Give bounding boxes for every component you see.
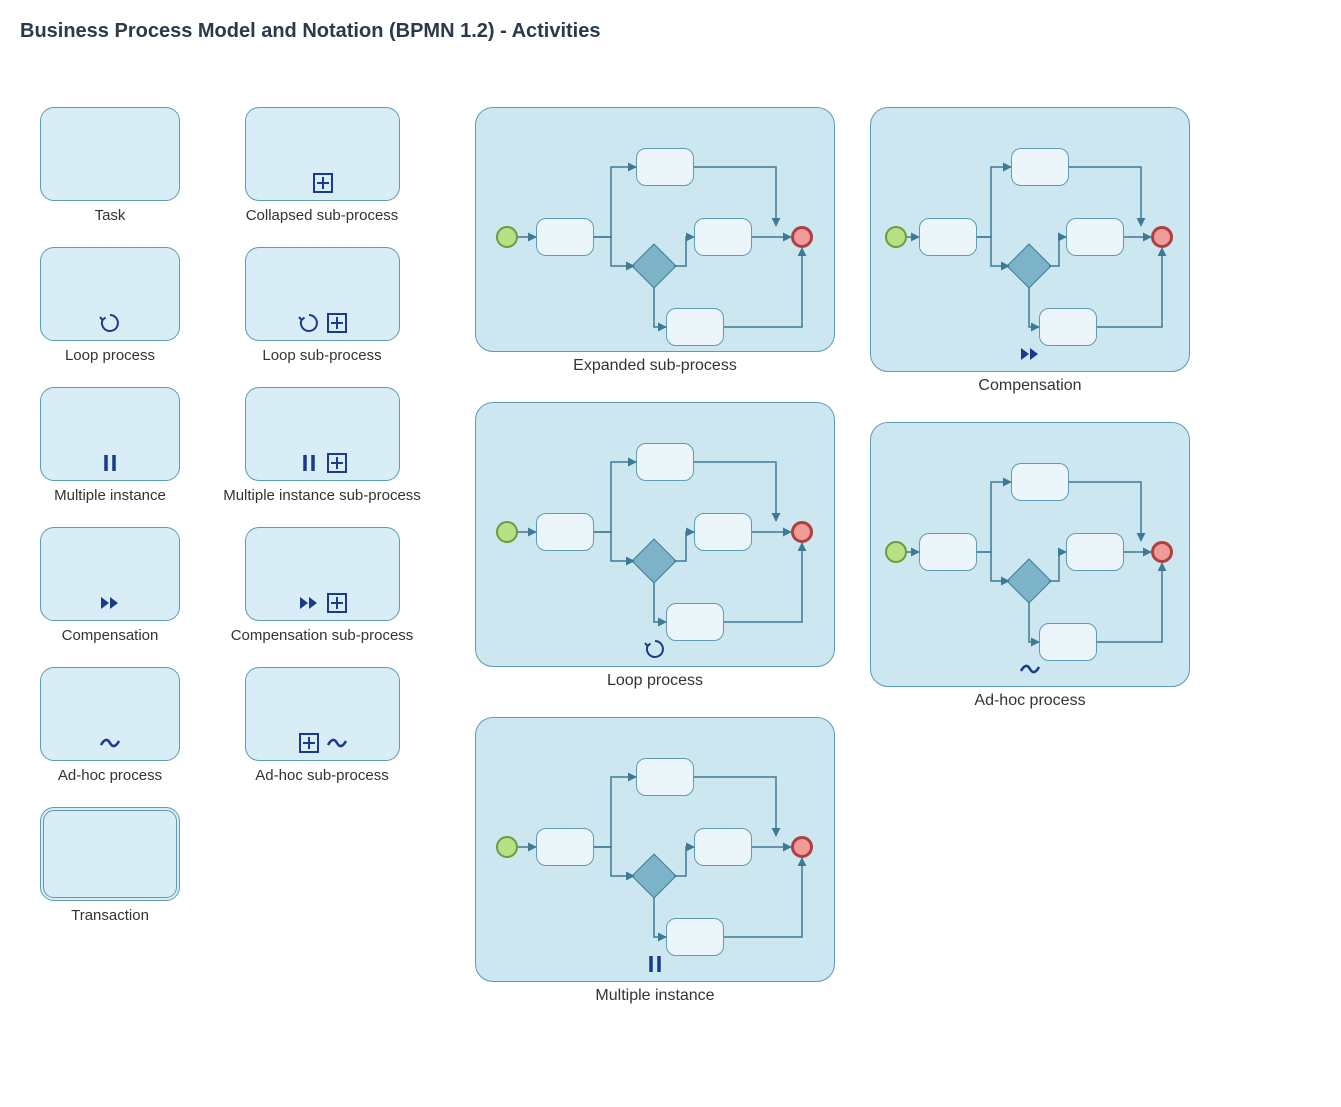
mini-task (1066, 533, 1124, 571)
mini-task (694, 828, 752, 866)
bpmn-task (40, 107, 180, 201)
bpmn-loop-process-expanded (475, 402, 835, 667)
mini-task (666, 603, 724, 641)
mini-task (536, 513, 594, 551)
label-adhoc-expanded: Ad-hoc process (840, 692, 1220, 710)
mini-task (1039, 623, 1097, 661)
mini-task (636, 443, 694, 481)
label-task: Task (10, 207, 210, 224)
bpmn-transaction (40, 807, 180, 901)
label-loop-subprocess: Loop sub-process (222, 347, 422, 364)
bpmn-compensation-subprocess (245, 527, 400, 621)
bpmn-multi-instance-expanded (475, 717, 835, 982)
bpmn-adhoc-subprocess (245, 667, 400, 761)
label-multi-subprocess: Multiple instance sub-process (222, 487, 422, 504)
plus-icon (298, 732, 320, 754)
mini-task (694, 513, 752, 551)
label-adhoc-process: Ad-hoc process (10, 767, 210, 784)
adhoc-icon (99, 732, 121, 754)
mini-task (1011, 148, 1069, 186)
plus-icon (326, 592, 348, 614)
end-event-icon (791, 836, 813, 858)
mini-task (1011, 463, 1069, 501)
loop-icon (298, 312, 320, 334)
label-compensation: Compensation (10, 627, 210, 644)
bpmn-collapsed-subprocess (245, 107, 400, 201)
mini-task (1039, 308, 1097, 346)
parallel-icon (644, 953, 666, 975)
bpmn-loop-process (40, 247, 180, 341)
loop-icon (99, 312, 121, 334)
gateway-icon (1006, 243, 1051, 288)
bpmn-adhoc-process (40, 667, 180, 761)
bpmn-expanded-subprocess (475, 107, 835, 352)
mini-task (919, 218, 977, 256)
mini-task (536, 218, 594, 256)
label-compensation-expanded: Compensation (840, 377, 1220, 395)
bpmn-adhoc-expanded (870, 422, 1190, 687)
plus-icon (326, 312, 348, 334)
mini-task (666, 918, 724, 956)
mini-task (636, 758, 694, 796)
plus-icon (326, 452, 348, 474)
gateway-icon (1006, 558, 1051, 603)
start-event-icon (885, 226, 907, 248)
start-event-icon (885, 541, 907, 563)
compensation-icon (1019, 343, 1041, 365)
label-adhoc-subprocess: Ad-hoc sub-process (222, 767, 422, 784)
bpmn-multi-subprocess (245, 387, 400, 481)
end-event-icon (791, 226, 813, 248)
start-event-icon (496, 521, 518, 543)
bpmn-compensation-expanded (870, 107, 1190, 372)
page-title: Business Process Model and Notation (BPM… (20, 20, 1321, 43)
adhoc-icon (1019, 658, 1041, 680)
label-transaction: Transaction (10, 907, 210, 924)
parallel-icon (99, 452, 121, 474)
end-event-icon (1151, 226, 1173, 248)
label-loop-process-expanded: Loop process (465, 672, 845, 690)
mini-task (636, 148, 694, 186)
loop-icon (644, 638, 666, 660)
bpmn-compensation (40, 527, 180, 621)
label-multi-instance-expanded: Multiple instance (465, 987, 845, 1005)
gateway-icon (631, 538, 676, 583)
diagram-canvas: Task Loop process Multiple instance Comp… (20, 67, 1320, 1087)
mini-task (666, 308, 724, 346)
mini-task (1066, 218, 1124, 256)
mini-task (536, 828, 594, 866)
start-event-icon (496, 836, 518, 858)
label-collapsed-subprocess: Collapsed sub-process (222, 207, 422, 224)
mini-task (919, 533, 977, 571)
compensation-icon (298, 592, 320, 614)
end-event-icon (791, 521, 813, 543)
adhoc-icon (326, 732, 348, 754)
mini-task (694, 218, 752, 256)
label-compensation-subprocess: Compensation sub-process (222, 627, 422, 644)
start-event-icon (496, 226, 518, 248)
compensation-icon (99, 592, 121, 614)
gateway-icon (631, 853, 676, 898)
parallel-icon (298, 452, 320, 474)
label-multiple-instance: Multiple instance (10, 487, 210, 504)
label-expanded-subprocess: Expanded sub-process (465, 357, 845, 375)
end-event-icon (1151, 541, 1173, 563)
label-loop-process: Loop process (10, 347, 210, 364)
bpmn-loop-subprocess (245, 247, 400, 341)
bpmn-multiple-instance (40, 387, 180, 481)
plus-icon (312, 172, 334, 194)
gateway-icon (631, 243, 676, 288)
